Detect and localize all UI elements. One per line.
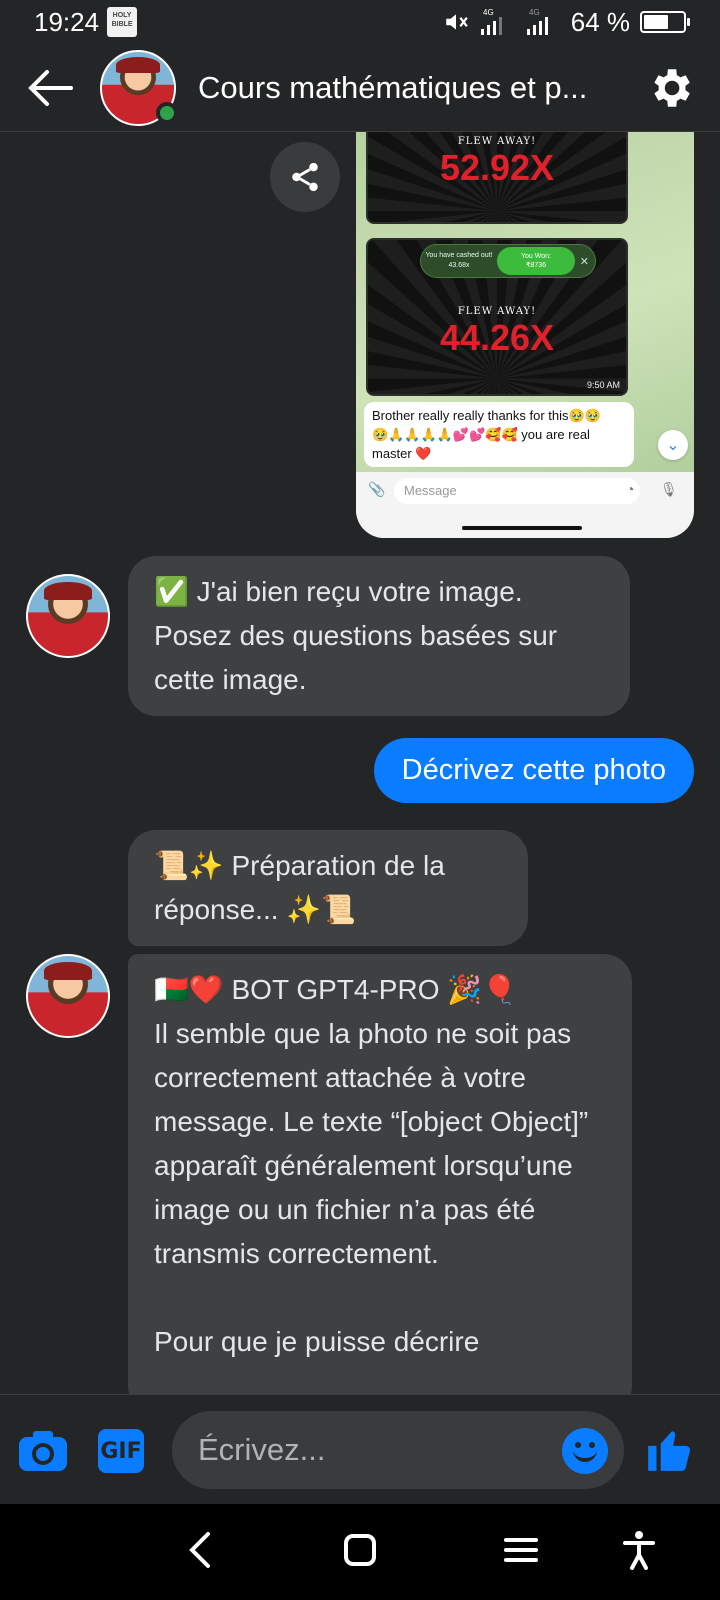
telegram-input-bar: 📎 Message ◔ 🎙 <box>356 472 694 538</box>
settings-button[interactable] <box>620 63 720 113</box>
share-icon <box>292 162 318 192</box>
status-bar: 19:24 HOLY BIBLE 4G 4G 64 % <box>0 0 720 44</box>
incoming-message[interactable]: ✅ J'ai bien reçu votre image. Posez des … <box>128 556 630 716</box>
flew-away-label-2: FLEW AWAY! <box>457 306 537 317</box>
gear-icon <box>654 68 690 107</box>
bot-body: Il semble que la photo ne soit pas corre… <box>154 1018 589 1269</box>
network-type-1: 4G <box>483 8 494 17</box>
signal-icon-2: 4G <box>526 8 548 35</box>
battery-percent: 64 % <box>570 6 630 37</box>
conversation-title[interactable]: Cours mathématiques et p... <box>198 70 620 106</box>
close-icon: ✕ <box>579 256 589 268</box>
thumbs-up-icon <box>648 1431 690 1471</box>
menu-nav-button[interactable] <box>504 1530 538 1575</box>
like-button[interactable] <box>644 1425 694 1480</box>
status-time: 19:24 <box>34 6 100 37</box>
multiplier-2: 44.26X <box>439 317 555 358</box>
telegram-message: Brother really really thanks for this🥹🥹 … <box>364 402 634 467</box>
paperclip-icon: 📎 <box>368 481 386 497</box>
conversation-header: Cours mathématiques et p... <box>0 44 720 132</box>
gif-button[interactable]: GIF <box>98 1429 144 1473</box>
cashout-banner: You have cashed out! 43.68x You Won: ₹8736… <box>420 244 596 278</box>
sticker-icon: ◔ <box>626 481 635 497</box>
smile-icon <box>573 1448 597 1462</box>
network-type-2: 4G <box>529 8 540 17</box>
multiplier-1: 52.92X <box>439 147 555 188</box>
incoming-message[interactable]: 🇲🇬❤️ BOT GPT4-PRO 🎉🎈 Il semble que la ph… <box>128 954 632 1394</box>
share-button[interactable] <box>270 142 340 212</box>
mute-icon <box>445 14 468 30</box>
tg-line-1: Brother really really thanks for this🥹🥹 <box>372 408 601 423</box>
message-time: 9:50 AM <box>586 380 620 390</box>
signal-icon: 4G <box>480 8 502 35</box>
bot-body-cut: Pour que je puisse décrire <box>154 1326 480 1357</box>
back-button[interactable] <box>0 44 100 132</box>
home-nav-button[interactable] <box>342 1530 378 1575</box>
telegram-message-field: Message <box>394 478 640 504</box>
camera-button[interactable] <box>18 1429 68 1478</box>
tg-line-3: master ❤️ <box>372 446 432 461</box>
message-input[interactable]: Écrivez... <box>172 1411 624 1489</box>
shared-screenshot-image[interactable]: FLEW AWAY! 52.92X You have cashed out! 43… <box>356 132 694 538</box>
cashout-won: You Won: ₹8736 <box>497 247 575 275</box>
menu-icon <box>504 1538 538 1562</box>
incoming-message[interactable]: 📜✨ Préparation de la réponse... ✨📜 <box>128 830 528 946</box>
sender-avatar[interactable] <box>26 574 110 658</box>
sender-avatar[interactable] <box>26 954 110 1038</box>
flew-away-label: FLEW AWAY! <box>457 136 537 147</box>
accessibility-icon <box>623 1531 655 1570</box>
bot-header: 🇲🇬❤️ BOT GPT4-PRO 🎉🎈 <box>154 974 517 1005</box>
tg-line-2: 🥹🙏🙏🙏🙏💕💕🥰🥰 you are real <box>372 427 590 442</box>
mic-icon: 🎙 <box>660 481 678 497</box>
game-result-1: FLEW AWAY! 52.92X <box>366 132 628 224</box>
game-result-2: You have cashed out! 43.68x You Won: ₹8736… <box>366 238 628 396</box>
home-square-icon <box>344 1534 376 1566</box>
chevron-down-icon: ⌄ <box>658 430 688 460</box>
status-right: 4G 4G 64 % <box>443 6 690 38</box>
emoji-button[interactable] <box>562 1428 608 1474</box>
battery-icon <box>640 11 690 33</box>
bible-app-icon: HOLY BIBLE <box>107 7 138 37</box>
message-list[interactable]: FLEW AWAY! 52.92X You have cashed out! 43… <box>0 132 720 1394</box>
system-nav-bar <box>0 1504 720 1600</box>
back-chevron-icon <box>189 1532 210 1568</box>
cashout-left: You have cashed out! 43.68x <box>425 252 493 269</box>
battery-fill <box>644 15 669 29</box>
composer-bar: GIF Écrivez... <box>0 1394 720 1504</box>
camera-icon <box>19 1431 67 1471</box>
back-nav-button[interactable] <box>186 1530 212 1575</box>
back-arrow-icon <box>28 69 73 106</box>
contact-avatar-wrap[interactable] <box>100 49 178 126</box>
home-indicator <box>462 526 582 530</box>
online-status-dot <box>156 101 178 124</box>
accessibility-button[interactable] <box>622 1530 656 1575</box>
outgoing-message[interactable]: Décrivez cette photo <box>373 738 694 803</box>
